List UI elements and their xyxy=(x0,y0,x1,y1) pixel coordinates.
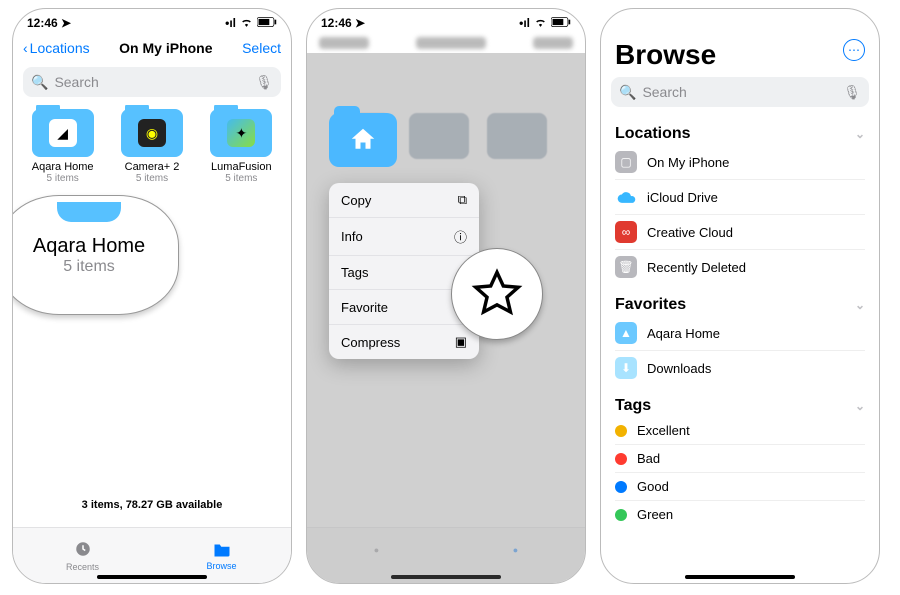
wifi-icon xyxy=(240,16,253,30)
clock-icon xyxy=(74,540,92,560)
tag-dot-icon xyxy=(615,425,627,437)
page-title: Browse xyxy=(601,33,879,73)
tag-excellent[interactable]: Excellent xyxy=(615,417,865,445)
search-icon: 🔍 xyxy=(31,74,48,91)
tag-good[interactable]: Good xyxy=(615,473,865,501)
location-creative-cloud[interactable]: ∞Creative Cloud xyxy=(615,215,865,250)
storage-summary: 3 items, 78.27 GB available xyxy=(13,499,291,511)
folder-icon: ⬇ xyxy=(615,357,637,379)
phone-icon: ▢ xyxy=(615,151,637,173)
section-header-favorites[interactable]: Favorites⌄ xyxy=(615,288,865,316)
mic-icon[interactable]: 🎙 xyxy=(843,84,861,101)
folder-lumafusion[interactable]: ✦ LumaFusion 5 items xyxy=(206,109,277,184)
folder-aqara-home[interactable]: ◢ Aqara Home 5 items xyxy=(27,109,98,184)
status-bar: 12:46 ➤ •ıl xyxy=(307,9,585,33)
zoom-callout-aqara: Aqara Home 5 items xyxy=(13,195,179,315)
favorite-downloads[interactable]: ⬇Downloads xyxy=(615,351,865,385)
creative-cloud-icon: ∞ xyxy=(615,221,637,243)
favorite-aqara-home[interactable]: ▲Aqara Home xyxy=(615,316,865,351)
home-indicator xyxy=(685,575,795,579)
signal-icon: •ıl xyxy=(519,16,530,30)
status-bar: 12:46 ➤ •ıl xyxy=(13,9,291,33)
panel-1-on-my-iphone: 12:46 ➤ •ıl ‹Locations On My iPhone Sele… xyxy=(12,8,292,584)
home-indicator xyxy=(391,575,501,579)
cloud-icon xyxy=(615,186,637,208)
tag-dot-icon xyxy=(615,453,627,465)
chevron-down-icon: ⌄ xyxy=(855,298,865,312)
tag-bad[interactable]: Bad xyxy=(615,445,865,473)
wifi-icon xyxy=(534,16,547,30)
selected-folder-aqara[interactable] xyxy=(329,113,397,167)
panel-3-browse: . ⋯ Browse 🔍 Search 🎙 Locations⌄ ▢On My … xyxy=(600,8,880,584)
tutorial-arrow-icon xyxy=(507,307,585,337)
tag-dot-icon xyxy=(615,481,627,493)
tag-green[interactable]: Green xyxy=(615,501,865,528)
section-header-tags[interactable]: Tags⌄ xyxy=(615,389,865,417)
location-arrow-icon: ➤ xyxy=(61,16,71,30)
home-indicator xyxy=(97,575,207,579)
location-arrow-icon: ➤ xyxy=(355,16,365,30)
info-icon: ⓘ xyxy=(454,227,467,246)
menu-compress[interactable]: Compress▣ xyxy=(329,325,479,359)
menu-info[interactable]: Infoⓘ xyxy=(329,218,479,256)
compress-icon: ▣ xyxy=(455,334,467,350)
location-icloud-drive[interactable]: iCloud Drive xyxy=(615,180,865,215)
mic-icon[interactable]: 🎙 xyxy=(255,74,273,91)
folder-icon: ▲ xyxy=(615,322,637,344)
nav-bar: ‹Locations On My iPhone Select xyxy=(13,33,291,63)
tag-dot-icon xyxy=(615,509,627,521)
chevron-down-icon: ⌄ xyxy=(855,127,865,141)
folder-camera-plus-2[interactable]: ◉ Camera+ 2 5 items xyxy=(116,109,187,184)
location-recently-deleted[interactable]: 🗑Recently Deleted xyxy=(615,250,865,284)
nav-title: On My iPhone xyxy=(119,40,212,56)
battery-icon xyxy=(551,16,571,30)
back-button[interactable]: ‹Locations xyxy=(23,40,90,56)
search-input[interactable]: 🔍 Search 🎙 xyxy=(611,77,869,107)
chevron-left-icon: ‹ xyxy=(23,40,28,56)
chevron-down-icon: ⌄ xyxy=(855,399,865,413)
search-icon: 🔍 xyxy=(619,84,636,101)
panel-2-context-menu: 12:46 ➤ •ıl Copy⧉ Infoⓘ Tags○ Favorite☆ … xyxy=(306,8,586,584)
select-button[interactable]: Select xyxy=(242,40,281,56)
ellipsis-icon: ⋯ xyxy=(848,43,860,57)
more-button[interactable]: ⋯ xyxy=(843,39,865,61)
trash-icon: 🗑 xyxy=(615,256,637,278)
menu-copy[interactable]: Copy⧉ xyxy=(329,183,479,218)
section-header-locations[interactable]: Locations⌄ xyxy=(615,117,865,145)
copy-icon: ⧉ xyxy=(458,192,467,208)
folder-icon xyxy=(213,541,231,559)
battery-icon xyxy=(257,16,277,30)
location-on-my-iphone[interactable]: ▢On My iPhone xyxy=(615,145,865,180)
search-input[interactable]: 🔍 Search 🎙 xyxy=(23,67,281,97)
signal-icon: •ıl xyxy=(225,16,236,30)
